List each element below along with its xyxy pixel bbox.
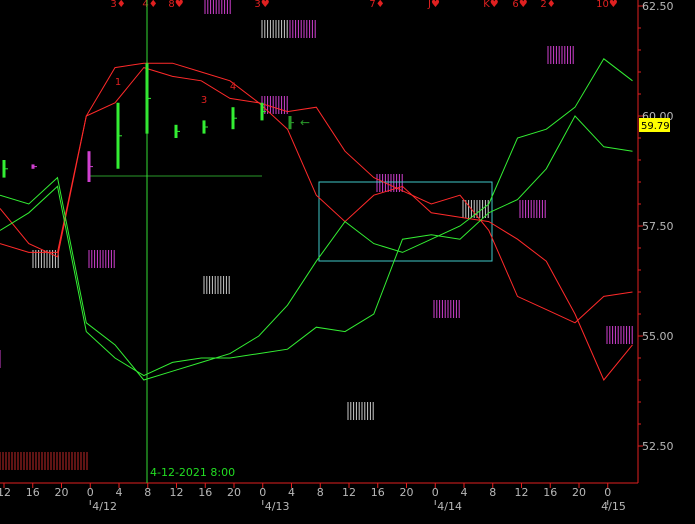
card-label: 2♦ — [540, 0, 555, 10]
time-tick-label: 12 — [0, 486, 11, 499]
card-label: K♥ — [483, 0, 499, 10]
date-label: 4/13 — [265, 500, 290, 513]
card-label: 10♥ — [596, 0, 618, 10]
cursor-time-label: 4-12-2021 8:00 — [150, 466, 235, 479]
time-tick-label: 8 — [144, 486, 151, 499]
last-price-marker: 59.79 — [639, 118, 670, 132]
bar-number-label: 3 — [201, 95, 207, 106]
date-label: 4/15 — [601, 500, 626, 513]
time-tick-label: 4 — [461, 486, 468, 499]
time-tick-label: 0 — [432, 486, 439, 499]
card-label: 4♦ — [142, 0, 157, 10]
price-tick-label: 57.50 — [642, 220, 674, 233]
card-label: J♥ — [427, 0, 440, 10]
time-tick-label: 4 — [288, 486, 295, 499]
time-tick-label: 16 — [198, 486, 212, 499]
card-label: 6♥ — [512, 0, 527, 10]
time-tick-label: 20 — [55, 486, 69, 499]
time-tick-label: 20 — [572, 486, 586, 499]
card-label: 3♥ — [254, 0, 269, 10]
price-tick-label: 52.50 — [642, 440, 674, 453]
time-tick-label: 16 — [371, 486, 385, 499]
price-chart[interactable]: ←1343♦ 4♦ 8♥ 3♥ 7♦ J♥ K♥ 6♥ 2♦ 10♥ 62.5060.0057.5… — [0, 0, 695, 524]
last-price-value: 59.79 — [641, 121, 670, 132]
time-tick-label: 4 — [116, 486, 123, 499]
time-tick-label: 16 — [26, 486, 40, 499]
chart-background — [0, 0, 695, 524]
price-tick-label: 62.50 — [642, 0, 674, 13]
time-tick-label: 0 — [87, 486, 94, 499]
time-tick-label: 16 — [543, 486, 557, 499]
time-tick-label: 8 — [317, 486, 324, 499]
time-tick-label: 12 — [170, 486, 184, 499]
card-label: 7♦ — [369, 0, 384, 10]
date-label: 4/14 — [437, 500, 462, 513]
time-tick-label: 8 — [489, 486, 496, 499]
time-tick-label: 0 — [604, 486, 611, 499]
arrow-left-icon: ← — [300, 116, 310, 130]
time-tick-label: 12 — [342, 486, 356, 499]
time-tick-label: 20 — [227, 486, 241, 499]
time-tick-label: 0 — [259, 486, 266, 499]
date-label: 4/12 — [92, 500, 117, 513]
time-tick-label: 20 — [400, 486, 414, 499]
bar-number-label: 4 — [230, 82, 236, 93]
card-label: 8♥ — [168, 0, 183, 10]
card-label: 3♦ — [110, 0, 125, 10]
price-tick-label: 55.00 — [642, 330, 674, 343]
time-tick-label: 12 — [515, 486, 529, 499]
bar-number-label: 1 — [115, 77, 121, 88]
